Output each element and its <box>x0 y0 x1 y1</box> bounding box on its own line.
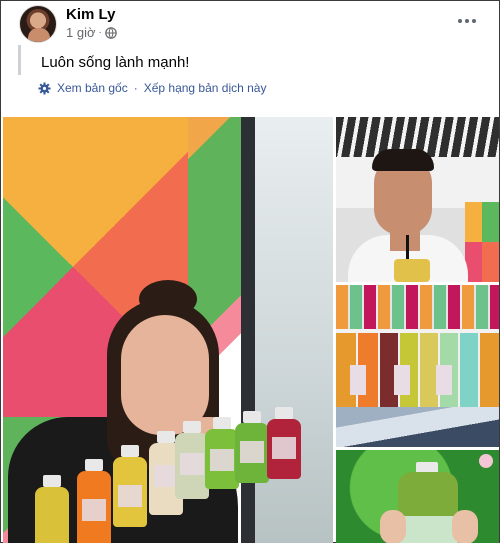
juice-bottle <box>267 407 301 479</box>
fridge-shelf <box>336 407 499 447</box>
photo-main[interactable] <box>3 117 333 543</box>
avatar-figure <box>28 28 50 42</box>
bottle-label <box>210 449 234 471</box>
bottle-label <box>180 453 204 475</box>
flower <box>479 454 493 468</box>
rate-translation-link[interactable]: Xếp hạng bản dịch này <box>144 81 267 95</box>
fridge-top-row <box>336 285 499 329</box>
author-avatar[interactable] <box>19 5 57 43</box>
juice-bottle <box>175 421 209 499</box>
juice-bottle <box>205 417 239 489</box>
bottle-cap <box>213 417 231 429</box>
post-text: Luôn sống lành mạnh! <box>41 54 190 71</box>
view-original-link[interactable]: Xem bản gốc <box>57 81 128 95</box>
bottle-cap <box>85 459 103 471</box>
bottle-cap <box>183 421 201 433</box>
bottle-cap <box>275 407 293 419</box>
drink-straw <box>406 235 409 261</box>
author-name[interactable]: Kim Ly <box>66 6 115 23</box>
bottle-label <box>240 441 264 463</box>
bottle-label <box>350 365 366 395</box>
bottle-label <box>394 365 410 395</box>
more-dot <box>458 19 462 23</box>
more-options-icon[interactable] <box>455 13 479 29</box>
person-hair-bun <box>139 280 197 318</box>
juice-bottle <box>35 475 69 543</box>
left-hand <box>380 510 406 543</box>
juice-bottle <box>235 411 269 483</box>
juice-bottle <box>77 459 111 543</box>
juice-bottle <box>113 445 147 527</box>
post-card: Kim Ly 1 giờ · Luôn sống lành mạnh! Xem <box>0 0 500 543</box>
bottle-label <box>398 516 458 543</box>
colorful-wall <box>465 202 499 282</box>
bottle-label <box>118 485 142 507</box>
gear-icon <box>38 81 51 95</box>
right-hand <box>452 510 478 543</box>
bottle-label <box>272 437 296 459</box>
translation-bar: Xem bản gốc · Xếp hạng bản dịch này <box>38 81 266 95</box>
more-dot <box>465 19 469 23</box>
man-hair <box>372 149 434 171</box>
drink-cup <box>394 259 430 282</box>
globe-icon[interactable] <box>105 26 117 39</box>
photo-juice-fridge[interactable] <box>336 285 499 447</box>
post-header: Kim Ly 1 giờ · <box>1 1 500 45</box>
bottle-label <box>436 365 452 395</box>
photo-man-selfie[interactable] <box>336 117 499 282</box>
bottle-cap <box>157 431 175 443</box>
post-text-block: Luôn sống lành mạnh! <box>18 45 483 75</box>
person-face <box>121 315 209 435</box>
bottle-cap <box>121 445 139 457</box>
meta-separator: · <box>98 27 102 38</box>
post-meta: 1 giờ · <box>66 25 117 40</box>
translation-separator: · <box>133 81 138 95</box>
bottle-cap <box>43 475 61 487</box>
photo-green-juice[interactable] <box>336 450 499 543</box>
more-dot <box>472 19 476 23</box>
bottle-cap <box>243 411 261 423</box>
bottle-label <box>82 499 106 521</box>
post-timestamp[interactable]: 1 giờ <box>66 25 96 40</box>
